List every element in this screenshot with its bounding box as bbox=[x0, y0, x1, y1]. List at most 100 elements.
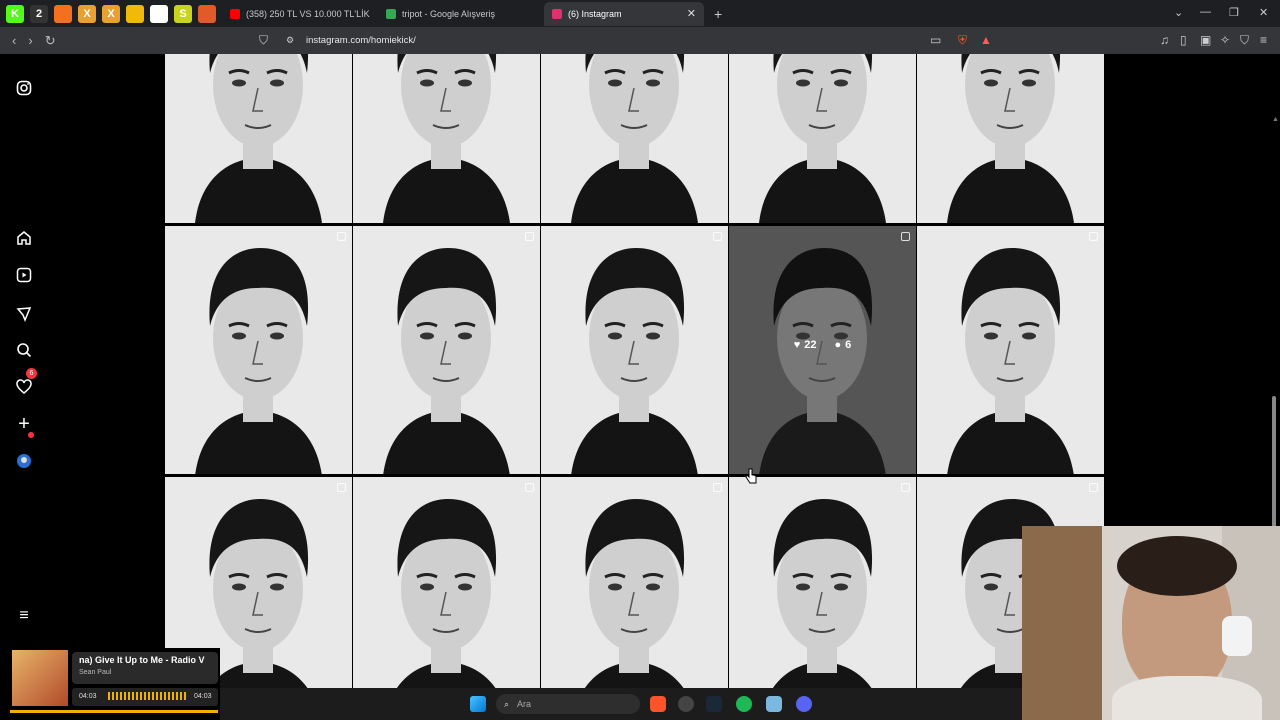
taskbar-search[interactable]: ⌕ Ara bbox=[496, 694, 640, 714]
post-thumbnail[interactable] bbox=[917, 54, 1104, 223]
kick-icon[interactable]: K bbox=[6, 4, 24, 23]
new-tab-icon[interactable]: + bbox=[714, 6, 722, 22]
app-icon[interactable] bbox=[678, 696, 694, 712]
spotify-icon[interactable] bbox=[736, 696, 752, 712]
steam-icon[interactable] bbox=[706, 696, 722, 712]
carousel-icon bbox=[901, 232, 910, 241]
post-thumbnail[interactable]: ♥ 22 ● 6 bbox=[729, 226, 916, 474]
post-hover-stats: ♥ 22 ● 6 bbox=[729, 339, 916, 351]
leo-ai-icon[interactable]: ✧ bbox=[1220, 33, 1230, 47]
post-thumbnail[interactable] bbox=[541, 226, 728, 474]
minimize-icon[interactable]: — bbox=[1200, 6, 1211, 18]
x-icon[interactable]: X bbox=[102, 4, 120, 23]
mouse-cursor-icon bbox=[744, 468, 758, 484]
carousel-icon bbox=[337, 232, 346, 241]
progress-bar[interactable] bbox=[10, 710, 218, 713]
post-photo bbox=[729, 477, 916, 688]
post-thumbnail[interactable] bbox=[353, 226, 540, 474]
back-icon[interactable]: ‹ bbox=[12, 33, 16, 48]
home-icon[interactable] bbox=[14, 228, 34, 248]
carousel-icon bbox=[525, 232, 534, 241]
brave-rewards-icon[interactable]: ▲ bbox=[980, 33, 992, 47]
post-thumbnail[interactable] bbox=[353, 477, 540, 688]
post-thumbnail[interactable] bbox=[729, 477, 916, 688]
search-icon: ⌕ bbox=[504, 698, 510, 709]
album-art bbox=[12, 650, 68, 706]
post-photo bbox=[165, 226, 352, 474]
post-photo bbox=[917, 54, 1104, 223]
like-count: 22 bbox=[804, 339, 817, 351]
post-thumbnail[interactable] bbox=[165, 226, 352, 474]
media-icon[interactable]: ♫ bbox=[1160, 33, 1169, 47]
binance-icon[interactable] bbox=[126, 4, 144, 23]
waveform bbox=[108, 692, 186, 700]
forward-icon[interactable]: › bbox=[28, 33, 32, 48]
comment-bubble-icon: ● bbox=[834, 339, 842, 351]
circle-icon[interactable] bbox=[198, 4, 216, 23]
network-app-icon[interactable] bbox=[766, 696, 782, 712]
close-tab-icon[interactable]: ✕ bbox=[679, 7, 696, 20]
site-info-icon[interactable]: ⚙ bbox=[286, 35, 294, 46]
post-thumbnail[interactable] bbox=[541, 477, 728, 688]
comment-count: 6 bbox=[845, 339, 852, 351]
youtube-icon bbox=[230, 8, 240, 19]
post-photo bbox=[353, 54, 540, 223]
diamond-icon[interactable] bbox=[150, 4, 168, 23]
carousel-icon bbox=[713, 232, 722, 241]
wallet-icon[interactable]: ▣ bbox=[1200, 33, 1211, 47]
carousel-icon bbox=[713, 483, 722, 492]
post-photo bbox=[541, 54, 728, 223]
tab-instagram[interactable]: (6) Instagram ✕ bbox=[544, 1, 704, 26]
brave-shield-icon[interactable]: ⛨ bbox=[958, 33, 967, 48]
reels-icon[interactable] bbox=[14, 265, 34, 285]
url-field[interactable]: instagram.com/homiekick/ bbox=[306, 35, 416, 46]
sidebar-icon[interactable]: ▯ bbox=[1180, 33, 1187, 47]
instagram-sidebar: 6 + ≡ bbox=[0, 54, 48, 688]
messages-icon[interactable] bbox=[14, 304, 34, 324]
brave-browser-icon[interactable] bbox=[650, 696, 666, 712]
post-thumbnail[interactable] bbox=[729, 54, 916, 223]
like-heart-icon: ♥ bbox=[793, 339, 801, 351]
carousel-icon bbox=[901, 483, 910, 492]
heart-icon[interactable] bbox=[14, 377, 34, 397]
menu-icon[interactable]: ≡ bbox=[1260, 33, 1267, 47]
reload-icon[interactable]: ↻ bbox=[45, 33, 56, 49]
tab-youtube[interactable]: (358) 250 TL VS 10.000 TL'LİK BALIK bbox=[222, 2, 372, 26]
vpn-icon[interactable]: ⛉ bbox=[1240, 33, 1249, 48]
music-player: na) Give It Up to Me - Radio V Sean Paul… bbox=[0, 648, 220, 720]
post-thumbnail[interactable] bbox=[165, 54, 352, 223]
orange-square-icon[interactable] bbox=[54, 4, 72, 23]
bookmark-icon[interactable]: ⛉ bbox=[259, 33, 268, 48]
tab-title: (358) 250 TL VS 10.000 TL'LİK BALIK bbox=[246, 8, 372, 19]
carousel-icon bbox=[1089, 483, 1098, 492]
close-window-icon[interactable]: ✕ bbox=[1259, 6, 1268, 19]
screen-share-icon[interactable]: ▭ bbox=[930, 33, 941, 47]
tab-google-shopping[interactable]: tripot - Google Alışveriş bbox=[378, 2, 538, 26]
posts-grid: ♥ 22 ● 6 bbox=[165, 54, 1104, 688]
tab-title: tripot - Google Alışveriş bbox=[402, 8, 496, 19]
tab-search-chevron-icon[interactable]: ⌄ bbox=[1174, 6, 1183, 19]
post-thumbnail[interactable] bbox=[353, 54, 540, 223]
search-icon[interactable] bbox=[14, 340, 34, 360]
carousel-icon bbox=[525, 483, 534, 492]
number-icon[interactable]: 2 bbox=[30, 4, 48, 23]
google-shopping-icon bbox=[386, 8, 396, 19]
search-placeholder: Ara bbox=[517, 699, 532, 709]
scrollbar-thumb[interactable] bbox=[1272, 396, 1276, 546]
post-photo bbox=[353, 226, 540, 474]
tab-title: (6) Instagram bbox=[568, 8, 622, 19]
instagram-logo-icon[interactable] bbox=[14, 78, 34, 98]
post-thumbnail[interactable] bbox=[541, 54, 728, 223]
windows-start-icon[interactable] bbox=[470, 696, 486, 712]
track-title: na) Give It Up to Me - Radio V bbox=[79, 655, 205, 665]
post-thumbnail[interactable] bbox=[917, 226, 1104, 474]
maximize-icon[interactable]: ❐ bbox=[1229, 6, 1239, 19]
profile-avatar[interactable] bbox=[14, 451, 34, 471]
discord-icon[interactable] bbox=[796, 696, 812, 712]
post-photo bbox=[917, 226, 1104, 474]
x-icon[interactable]: X bbox=[78, 4, 96, 23]
post-photo bbox=[541, 477, 728, 688]
more-menu-icon[interactable]: ≡ bbox=[14, 606, 34, 626]
s-icon[interactable]: S bbox=[174, 4, 192, 23]
create-icon[interactable]: + bbox=[14, 413, 34, 435]
